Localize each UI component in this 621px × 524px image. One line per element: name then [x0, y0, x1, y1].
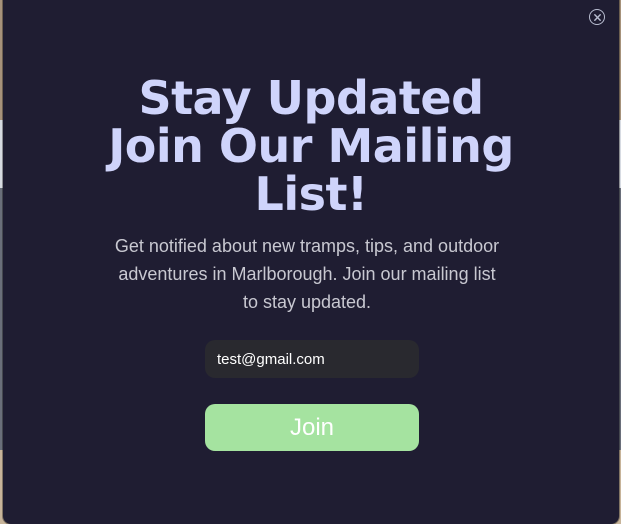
email-field[interactable] [205, 340, 419, 378]
modal-subtitle: Get notified about new tramps, tips, and… [114, 236, 500, 312]
modal-headline: Stay Updated Join Our Mailing List! [3, 74, 619, 218]
join-button[interactable]: Join [205, 404, 419, 451]
close-button[interactable] [589, 9, 605, 25]
close-icon [593, 13, 601, 21]
headline-line-3: List! [254, 167, 368, 221]
headline-line-1: Stay Updated [138, 71, 484, 125]
mailing-list-modal: Stay Updated Join Our Mailing List! Get … [3, 0, 619, 524]
headline-line-2: Join Our Mailing [108, 119, 514, 173]
